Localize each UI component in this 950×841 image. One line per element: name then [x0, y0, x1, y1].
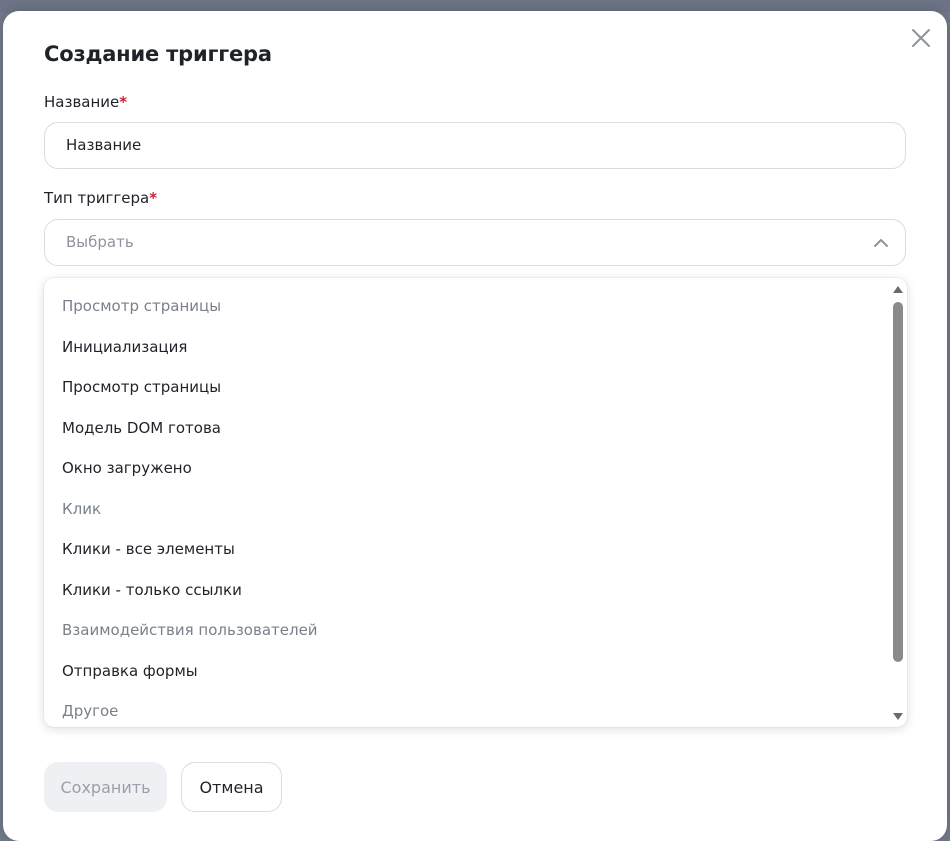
- required-mark: *: [149, 189, 158, 207]
- dropdown-option-form-submit[interactable]: Отправка формы: [62, 661, 198, 681]
- close-icon: [912, 29, 930, 47]
- name-label-text: Название: [44, 93, 120, 111]
- dropdown-scrollbar[interactable]: [890, 282, 906, 724]
- trigger-type-dropdown: Просмотр страницы Инициализация Просмотр…: [44, 278, 907, 727]
- dropdown-group-page-view: Просмотр страницы: [62, 297, 222, 315]
- dropdown-option-dom-ready[interactable]: Модель DOM готова: [62, 418, 221, 438]
- dropdown-option-page-view[interactable]: Просмотр страницы: [62, 377, 221, 397]
- required-mark: *: [119, 93, 128, 111]
- dropdown-option-all-clicks[interactable]: Клики - все элементы: [62, 539, 235, 559]
- dropdown-option-window-loaded[interactable]: Окно загружено: [62, 458, 192, 478]
- trigger-type-label-text: Тип триггера: [44, 189, 150, 207]
- name-input[interactable]: Название: [44, 122, 906, 169]
- chevron-up-icon: [874, 239, 888, 247]
- scroll-up-arrow-icon[interactable]: [892, 284, 904, 294]
- name-input-value: Название: [66, 136, 142, 154]
- dropdown-option-init[interactable]: Инициализация: [62, 337, 187, 357]
- name-label: Название*: [44, 93, 127, 111]
- dropdown-group-user-interactions: Взаимодействия пользователей: [62, 621, 318, 639]
- trigger-type-placeholder: Выбрать: [66, 233, 134, 251]
- dropdown-group-other: Другое: [62, 702, 119, 720]
- trigger-type-select[interactable]: Выбрать: [44, 219, 906, 266]
- dropdown-option-link-clicks[interactable]: Клики - только ссылки: [62, 580, 242, 600]
- save-button[interactable]: Сохранить: [44, 762, 167, 812]
- dropdown-group-click: Клик: [62, 500, 102, 518]
- scrollbar-thumb[interactable]: [893, 302, 903, 662]
- scroll-down-arrow-icon[interactable]: [892, 712, 904, 722]
- cancel-button[interactable]: Отмена: [181, 762, 282, 812]
- close-button[interactable]: [907, 24, 935, 52]
- dialog-title: Создание триггера: [44, 42, 272, 66]
- trigger-type-label: Тип триггера*: [44, 189, 157, 207]
